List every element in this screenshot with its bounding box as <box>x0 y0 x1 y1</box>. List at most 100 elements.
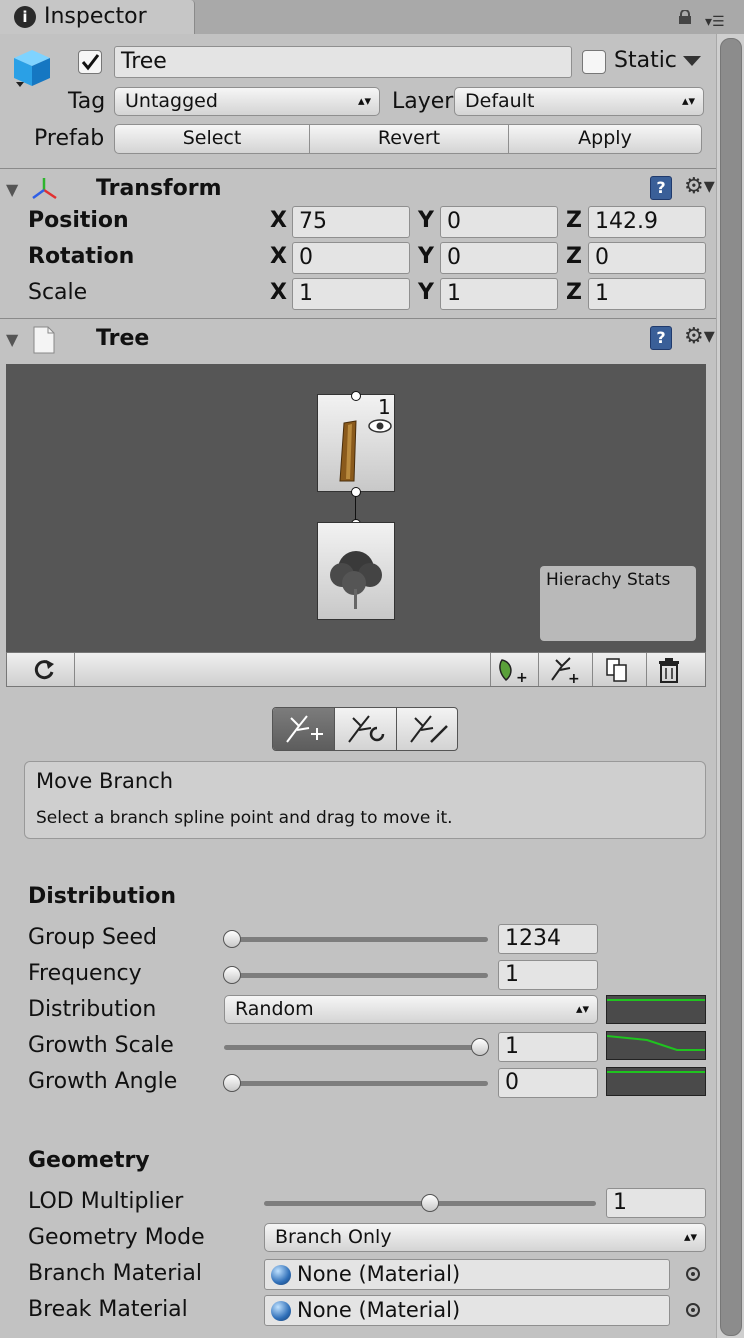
layer-value: Default <box>465 90 535 112</box>
eye-icon[interactable] <box>368 419 392 433</box>
axis-z-label[interactable]: Z <box>566 280 582 305</box>
tab-inspector[interactable]: i Inspector <box>0 0 195 34</box>
script-file-icon <box>33 326 55 354</box>
prefab-select-button[interactable]: Select <box>114 124 310 154</box>
node-connector[interactable] <box>351 391 361 401</box>
help-icon[interactable]: ? <box>650 176 672 200</box>
hierarchy-stats: Hierachy Stats <box>540 566 696 641</box>
help-title: Move Branch <box>36 769 174 793</box>
object-picker-icon[interactable] <box>686 1303 700 1317</box>
growth-scale-field[interactable]: 1 <box>498 1032 598 1062</box>
node-count: 1 <box>378 395 391 419</box>
section-divider <box>0 318 716 319</box>
active-checkbox[interactable] <box>78 50 102 74</box>
prefab-label: Prefab <box>34 126 105 151</box>
axis-x-label[interactable]: X <box>270 244 287 269</box>
add-leaf-group-icon[interactable]: + <box>496 656 528 684</box>
layer-dropdown[interactable]: Default ▴▾ <box>454 87 704 116</box>
growth-angle-label: Growth Angle <box>28 1069 178 1094</box>
distribution-dropdown[interactable]: Random ▴▾ <box>224 995 598 1024</box>
info-icon: i <box>14 6 36 28</box>
axis-z-label[interactable]: Z <box>566 208 582 233</box>
growth-scale-curve[interactable] <box>606 1031 706 1060</box>
tab-menu-icon[interactable]: ▾☰ <box>705 14 725 30</box>
dropdown-arrows-icon: ▴▾ <box>683 1230 697 1245</box>
layer-label: Layer <box>392 89 454 114</box>
toolbar-divider <box>538 653 539 686</box>
geometry-section-title: Geometry <box>28 1148 150 1173</box>
delete-trash-icon[interactable] <box>656 656 682 684</box>
refresh-icon[interactable] <box>30 656 58 684</box>
help-icon[interactable]: ? <box>650 326 672 350</box>
prefab-apply-button[interactable]: Apply <box>508 124 702 154</box>
freehand-branch-tool-button[interactable] <box>397 708 457 750</box>
object-name-field[interactable]: Tree <box>114 46 572 78</box>
position-z-field[interactable]: 142.9 <box>588 206 706 238</box>
group-seed-slider-track[interactable] <box>224 937 488 942</box>
dropdown-arrows-icon: ▴▾ <box>575 1002 589 1017</box>
distribution-curve[interactable] <box>606 995 706 1024</box>
gear-icon[interactable]: ⚙▾ <box>684 324 715 349</box>
growth-angle-field[interactable]: 0 <box>498 1068 598 1098</box>
transform-title: Transform <box>96 176 222 201</box>
axis-y-label[interactable]: Y <box>418 208 434 233</box>
lod-multiplier-field[interactable]: 1 <box>606 1188 706 1218</box>
tab-title: Inspector <box>44 4 147 29</box>
position-x-field[interactable]: 75 <box>292 206 410 238</box>
growth-angle-slider-thumb[interactable] <box>223 1074 241 1092</box>
break-material-field[interactable]: None (Material) <box>264 1295 670 1326</box>
frequency-field[interactable]: 1 <box>498 960 598 990</box>
scale-y-field[interactable]: 1 <box>440 278 558 310</box>
frequency-label: Frequency <box>28 961 142 986</box>
trunk-node[interactable]: 1 <box>317 394 395 492</box>
rotation-y-field[interactable]: 0 <box>440 242 558 274</box>
axis-x-label[interactable]: X <box>270 208 287 233</box>
move-branch-tool-button[interactable] <box>273 708 335 750</box>
toolbar-divider <box>592 653 593 686</box>
add-branch-group-icon[interactable]: + <box>548 656 580 684</box>
tag-dropdown[interactable]: Untagged ▴▾ <box>114 87 380 116</box>
branch-icon <box>339 420 357 482</box>
branch-tool-group <box>272 707 458 751</box>
root-node[interactable] <box>317 522 395 620</box>
duplicate-icon[interactable] <box>604 656 630 684</box>
rotate-branch-tool-button[interactable] <box>335 708 397 750</box>
axis-y-label[interactable]: Y <box>418 244 434 269</box>
geometry-mode-dropdown[interactable]: Branch Only ▴▾ <box>264 1223 706 1252</box>
frequency-slider-thumb[interactable] <box>223 966 241 984</box>
axis-x-label[interactable]: X <box>270 280 287 305</box>
transform-axes-icon <box>32 178 57 200</box>
prefab-revert-button[interactable]: Revert <box>309 124 509 154</box>
lod-slider-thumb[interactable] <box>421 1194 439 1212</box>
object-picker-icon[interactable] <box>686 1267 700 1281</box>
branch-material-field[interactable]: None (Material) <box>264 1259 670 1290</box>
group-seed-slider-thumb[interactable] <box>223 930 241 948</box>
growth-scale-label: Growth Scale <box>28 1033 174 1058</box>
foldout-arrow-icon[interactable]: ▼ <box>6 180 18 199</box>
position-y-field[interactable]: 0 <box>440 206 558 238</box>
growth-angle-curve[interactable] <box>606 1067 706 1096</box>
lock-icon[interactable] <box>678 10 692 24</box>
scale-z-field[interactable]: 1 <box>588 278 706 310</box>
growth-angle-slider-track[interactable] <box>224 1081 488 1086</box>
scale-x-field[interactable]: 1 <box>292 278 410 310</box>
rotation-x-field[interactable]: 0 <box>292 242 410 274</box>
gear-icon[interactable]: ⚙▾ <box>684 174 715 199</box>
scale-label: Scale <box>28 280 88 305</box>
scrollbar-thumb[interactable] <box>720 38 742 1336</box>
growth-scale-slider-thumb[interactable] <box>471 1038 489 1056</box>
node-connector[interactable] <box>351 487 361 497</box>
static-dropdown-arrow-icon[interactable] <box>683 56 701 68</box>
material-sphere-icon <box>271 1301 291 1321</box>
group-seed-field[interactable]: 1234 <box>498 924 598 954</box>
foldout-arrow-icon[interactable]: ▼ <box>6 330 18 349</box>
group-seed-label: Group Seed <box>28 925 157 950</box>
frequency-slider-track[interactable] <box>224 973 488 978</box>
toolbar-divider <box>74 653 75 686</box>
axis-z-label[interactable]: Z <box>566 244 582 269</box>
freehand-branch-icon <box>410 715 448 743</box>
static-checkbox[interactable] <box>582 50 606 74</box>
rotation-z-field[interactable]: 0 <box>588 242 706 274</box>
growth-scale-slider-track[interactable] <box>224 1045 488 1050</box>
axis-y-label[interactable]: Y <box>418 280 434 305</box>
